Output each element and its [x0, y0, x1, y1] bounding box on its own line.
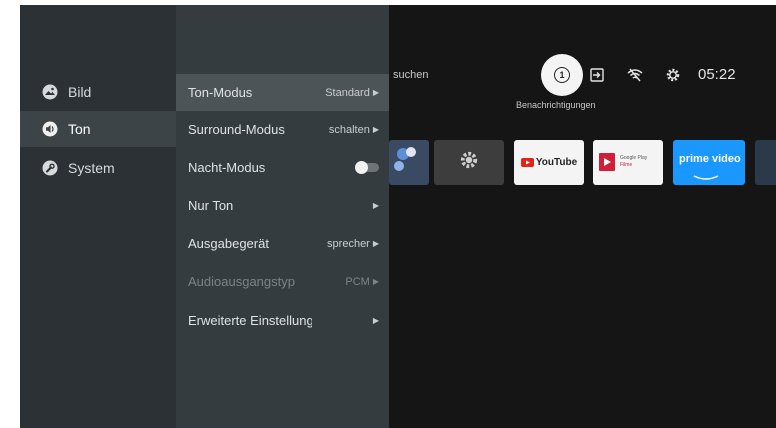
menu-item-ausgabegeraet[interactable]: Ausgabegerät sprecher ▶	[176, 225, 389, 262]
menu-item-value: sprecher ▶	[327, 237, 379, 250]
youtube-app-tile[interactable]: YouTube	[514, 140, 584, 185]
menu-item-label: Ton-Modus	[188, 85, 253, 100]
sidebar-item-system[interactable]: System	[20, 150, 176, 186]
menu-item-label: Audioausgangstyp	[188, 274, 295, 289]
sidebar-item-label: System	[68, 160, 115, 176]
app-tile-label: YouTube	[535, 157, 578, 168]
gear-icon	[459, 150, 479, 175]
prime-video-tile[interactable]: prime video	[673, 140, 745, 185]
menu-item-nur-ton[interactable]: Nur Ton ▶	[176, 187, 389, 224]
youtube-logo-icon	[520, 158, 534, 167]
wifi-icon[interactable]	[626, 66, 644, 84]
menu-item-value: ▶	[370, 201, 379, 210]
menu-item-label: Erweiterte Einstellung	[188, 313, 312, 328]
chevron-right-icon: ▶	[372, 125, 379, 134]
clock: 05:22	[698, 66, 736, 83]
sidebar-item-ton[interactable]: Ton	[20, 111, 176, 147]
menu-item-audioausgangstyp: Audioausgangstyp PCM ▶	[176, 263, 389, 300]
play-movies-icon	[599, 153, 615, 176]
app-tile-label: Google Play	[620, 155, 648, 161]
wrench-icon	[42, 160, 58, 176]
sidebar-item-bild[interactable]: Bild	[20, 74, 176, 110]
picture-icon	[42, 84, 58, 100]
sidebar-item-label: Bild	[68, 84, 92, 100]
notifications-label: Benachrichtigungen	[516, 100, 596, 110]
notification-count-badge: 1	[554, 67, 570, 83]
menu-item-value: PCM ▶	[345, 275, 379, 288]
app-tile-label: prime video	[679, 153, 741, 165]
tv-screen: Bild Ton System Ton-Modus Standard ▶ Surr…	[20, 5, 776, 428]
menu-item-value: ▶	[370, 316, 379, 325]
sidebar-item-label: Ton	[68, 121, 91, 137]
settings-app-tile[interactable]	[434, 140, 504, 185]
google-play-filme-tile[interactable]: Google Play Filme	[593, 140, 663, 185]
chevron-right-icon: ▶	[372, 316, 379, 325]
menu-item-nacht-modus[interactable]: Nacht-Modus	[176, 149, 389, 186]
menu-item-label: Surround-Modus	[188, 122, 285, 137]
app-tile-partial[interactable]	[389, 140, 429, 185]
app-tile-sublabel: Filme	[620, 162, 633, 168]
prime-smile-icon	[693, 168, 719, 185]
notifications-button[interactable]: 1	[541, 54, 583, 96]
menu-item-label: Nacht-Modus	[188, 160, 266, 175]
menu-item-ton-modus[interactable]: Ton-Modus Standard ▶	[176, 74, 389, 111]
sound-settings-panel: Ton-Modus Standard ▶ Surround-Modus schal…	[176, 5, 389, 428]
menu-item-surround-modus[interactable]: Surround-Modus schalten ▶	[176, 111, 389, 148]
search-text[interactable]: suchen	[393, 69, 428, 81]
menu-item-label: Ausgabegerät	[188, 236, 269, 251]
input-source-icon[interactable]	[588, 66, 606, 84]
toggle-knob	[355, 161, 368, 174]
chevron-right-icon: ▶	[372, 277, 379, 286]
app-tile-partial[interactable]	[755, 140, 776, 185]
menu-item-label: Nur Ton	[188, 198, 234, 213]
gear-icon[interactable]	[664, 66, 682, 84]
menu-item-value: Standard ▶	[325, 86, 379, 99]
settings-sidebar: Bild Ton System	[20, 5, 176, 428]
chevron-right-icon: ▶	[372, 201, 379, 210]
chevron-right-icon: ▶	[372, 239, 379, 248]
chevron-right-icon: ▶	[372, 88, 379, 97]
night-mode-toggle[interactable]	[355, 161, 379, 174]
menu-item-erweiterte-einstellungen[interactable]: Erweiterte Einstellung ▶	[176, 302, 389, 339]
sound-icon	[42, 121, 58, 137]
menu-item-value: schalten ▶	[328, 123, 379, 136]
